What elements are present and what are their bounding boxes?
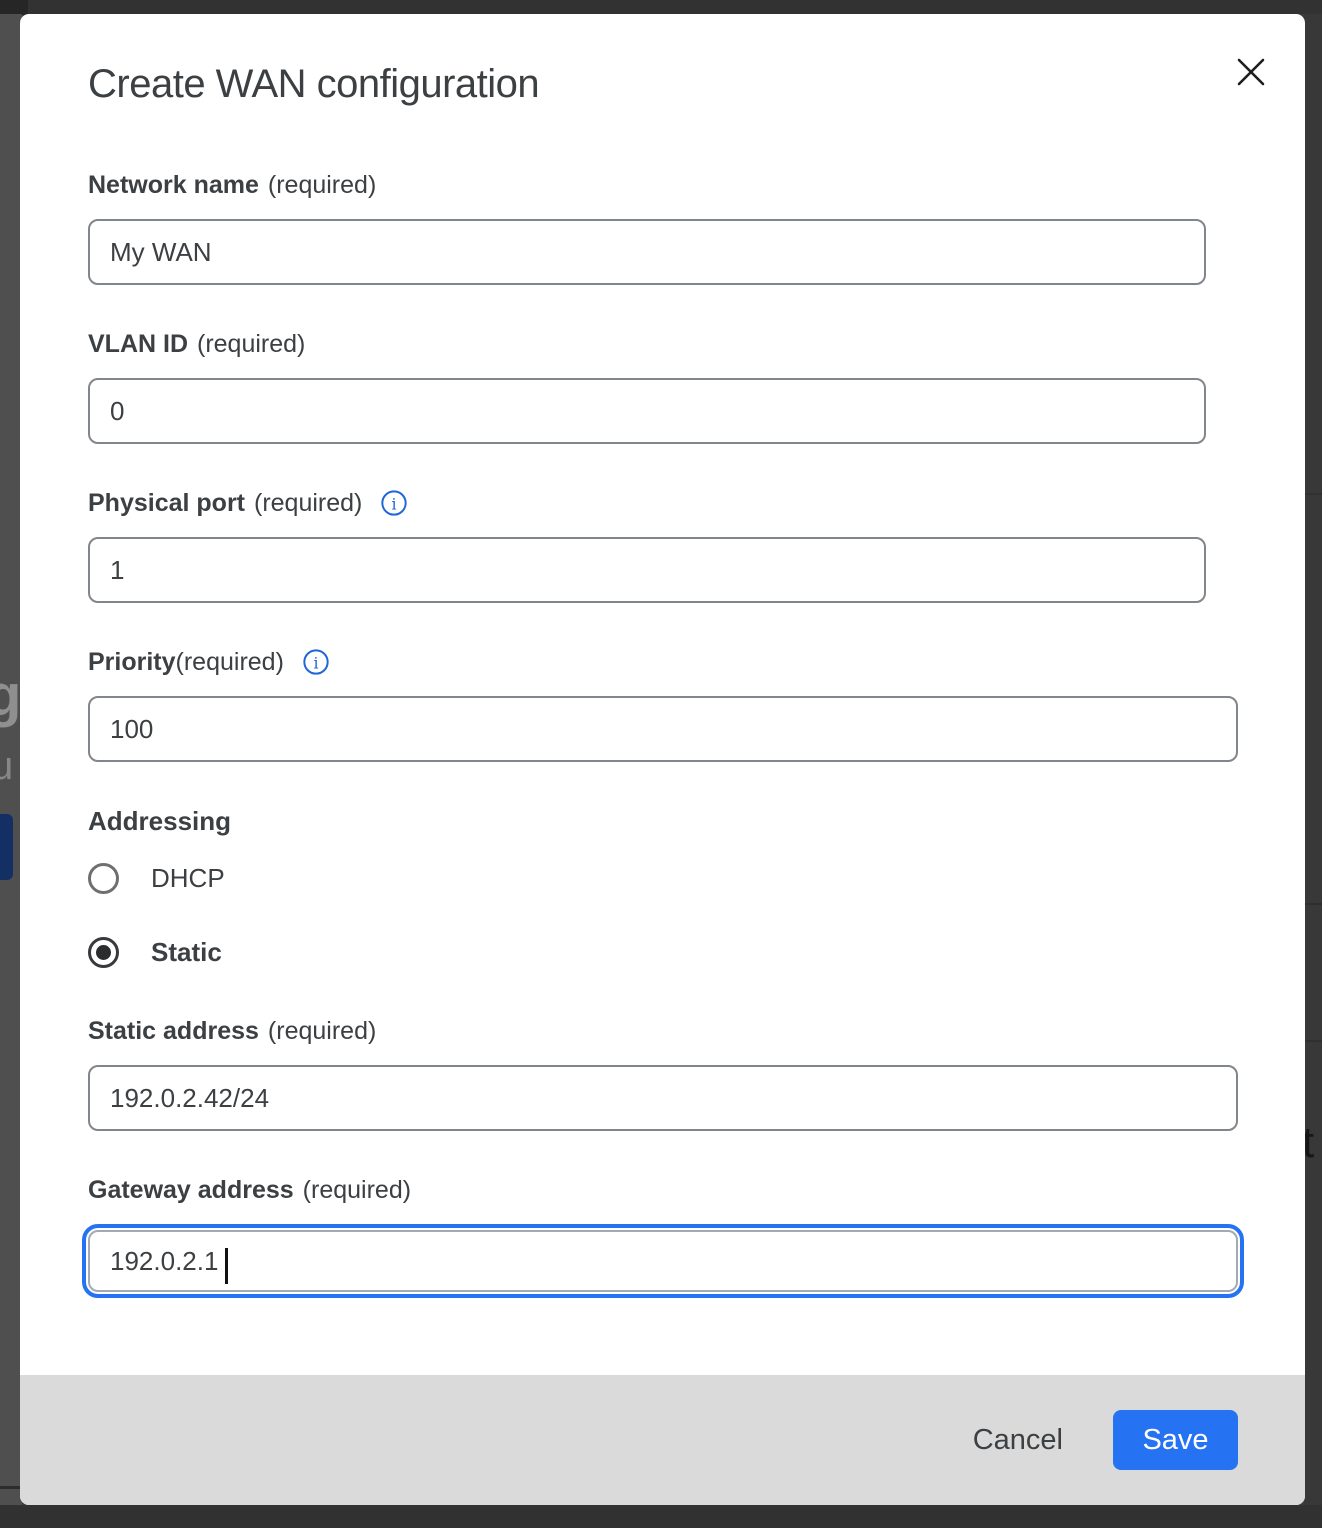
- required-hint: (required): [176, 647, 284, 677]
- background-divider: [1304, 1040, 1322, 1042]
- background-partial-text: g: [0, 662, 21, 729]
- background-divider: [0, 1486, 22, 1489]
- background-partial-text: t: [1304, 1118, 1314, 1168]
- text-cursor: [225, 1248, 228, 1284]
- gateway-address-label: Gateway address: [88, 1175, 294, 1205]
- addressing-heading: Addressing: [88, 806, 1305, 836]
- network-name-label: Network name: [88, 170, 259, 200]
- cancel-button[interactable]: Cancel: [973, 1424, 1063, 1457]
- physical-port-input[interactable]: [88, 537, 1206, 603]
- gateway-address-input[interactable]: [88, 1230, 1238, 1292]
- radio-unselected-icon: [88, 863, 119, 894]
- overlay-top-strip: [0, 0, 1322, 14]
- network-name-input[interactable]: [88, 219, 1206, 285]
- overlay-topleft-patch: [0, 0, 28, 15]
- info-circle-icon: i: [302, 648, 330, 676]
- priority-label: Priority: [88, 647, 176, 677]
- field-physical-port: Physical port (required) i: [88, 488, 1305, 603]
- overlay-left-strip: g u: [0, 14, 22, 1528]
- field-static-address: Static address (required): [88, 1016, 1305, 1131]
- required-hint: (required): [268, 170, 376, 200]
- svg-text:i: i: [313, 653, 318, 672]
- required-hint: (required): [268, 1016, 376, 1046]
- overlay-bottom-strip: [0, 1505, 1322, 1528]
- field-vlan-id: VLAN ID (required): [88, 329, 1305, 444]
- physical-port-info-icon[interactable]: i: [380, 489, 408, 517]
- priority-info-icon[interactable]: i: [302, 648, 330, 676]
- svg-text:i: i: [392, 494, 397, 513]
- overlay-right-strip: t: [1304, 14, 1322, 1528]
- field-network-name: Network name (required): [88, 170, 1305, 285]
- vlan-id-input[interactable]: [88, 378, 1206, 444]
- dialog-title: Create WAN configuration: [88, 60, 1305, 108]
- background-partial-button: [0, 814, 13, 880]
- save-button[interactable]: Save: [1113, 1410, 1238, 1470]
- static-address-input[interactable]: [88, 1065, 1238, 1131]
- radio-option-dhcp[interactable]: DHCP: [88, 860, 1305, 896]
- field-gateway-address: Gateway address (required): [88, 1175, 1305, 1298]
- background-divider: [1304, 903, 1322, 905]
- dialog-body: Network name (required) VLAN ID (require…: [20, 108, 1305, 1298]
- required-hint: (required): [197, 329, 305, 359]
- required-hint: (required): [303, 1175, 411, 1205]
- addressing-radio-group: DHCP Static: [88, 860, 1305, 970]
- vlan-id-label: VLAN ID: [88, 329, 188, 359]
- create-wan-dialog: Create WAN configuration Network name (r…: [20, 14, 1305, 1505]
- gateway-focus-ring: [82, 1224, 1244, 1298]
- physical-port-label: Physical port: [88, 488, 245, 518]
- radio-dhcp-label: DHCP: [151, 863, 225, 894]
- info-circle-icon: i: [380, 489, 408, 517]
- background-partial-text: u: [0, 744, 13, 789]
- required-hint: (required): [254, 488, 362, 518]
- background-divider: [1304, 493, 1322, 495]
- radio-selected-icon: [88, 937, 119, 968]
- x-close-icon: [1236, 57, 1266, 87]
- static-address-label: Static address: [88, 1016, 259, 1046]
- field-priority: Priority (required) i: [88, 647, 1305, 762]
- radio-option-static[interactable]: Static: [88, 934, 1305, 970]
- radio-static-label: Static: [151, 937, 222, 968]
- dialog-footer: Cancel Save: [20, 1375, 1305, 1505]
- priority-input[interactable]: [88, 696, 1238, 762]
- close-icon[interactable]: [1231, 52, 1271, 92]
